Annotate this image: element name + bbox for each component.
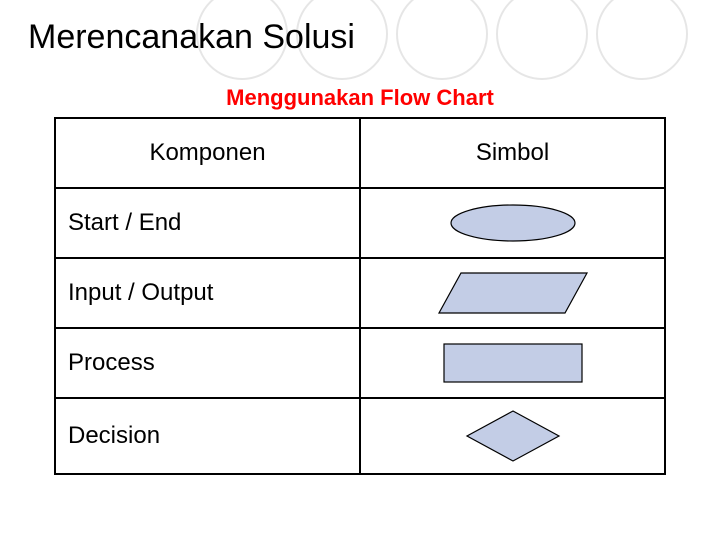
slide: Merencanakan Solusi Menggunakan Flow Cha…	[0, 0, 720, 540]
terminator-icon	[443, 202, 583, 244]
page-subtitle: Menggunakan Flow Chart	[54, 85, 666, 111]
rectangle-icon	[438, 338, 588, 388]
table-row: Process	[55, 328, 665, 398]
symbol-cell	[360, 258, 665, 328]
col-header-komponen: Komponen	[55, 118, 360, 188]
table-row: Start / End	[55, 188, 665, 258]
flowchart-symbol-table: Komponen Simbol Start / End Input / Outp…	[54, 117, 666, 475]
component-label: Decision	[55, 398, 360, 474]
component-label: Process	[55, 328, 360, 398]
table-row: Decision	[55, 398, 665, 474]
symbol-cell	[360, 398, 665, 474]
symbol-cell	[360, 188, 665, 258]
symbol-cell	[360, 328, 665, 398]
parallelogram-icon	[433, 267, 593, 319]
component-label: Input / Output	[55, 258, 360, 328]
page-title: Merencanakan Solusi	[28, 18, 692, 57]
table-header-row: Komponen Simbol	[55, 118, 665, 188]
diamond-icon	[463, 407, 563, 465]
col-header-simbol: Simbol	[360, 118, 665, 188]
component-label: Start / End	[55, 188, 360, 258]
table-row: Input / Output	[55, 258, 665, 328]
